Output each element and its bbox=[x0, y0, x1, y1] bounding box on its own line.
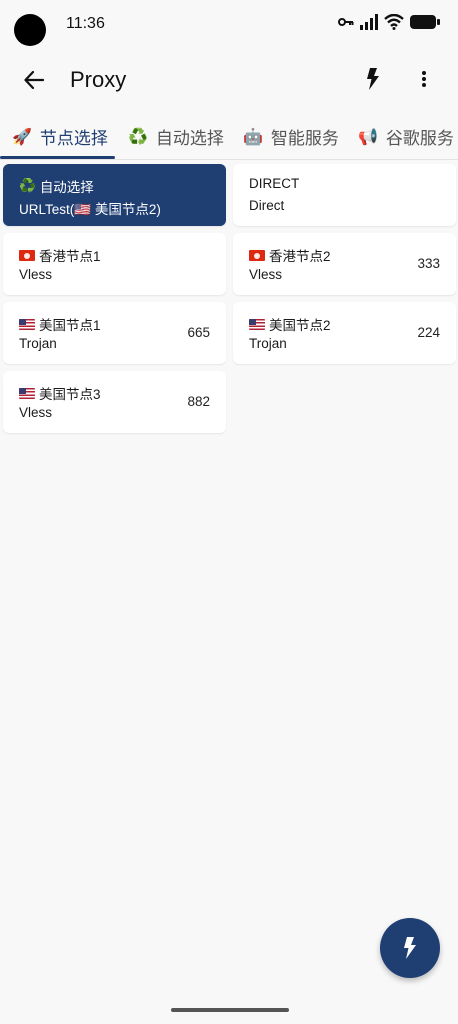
proxy-card-direct[interactable]: DIRECT Direct bbox=[233, 164, 456, 226]
us-flag-icon bbox=[19, 387, 35, 399]
status-bar: 11:36 bbox=[0, 0, 458, 48]
proxy-name: 香港节点1 bbox=[19, 245, 101, 265]
us-flag-icon bbox=[249, 318, 265, 330]
tab-label: 谷歌服务 bbox=[385, 129, 454, 148]
lightning-bolt-icon bbox=[367, 68, 379, 90]
proxy-card-us1[interactable]: 美国节点1 Trojan 665 bbox=[3, 302, 226, 364]
proxy-card-auto-select[interactable]: ♻️ 自动选择 URLTest(🇺🇸 美国节点2) bbox=[3, 164, 226, 226]
hong-kong-flag-icon bbox=[249, 249, 265, 261]
proxy-name: 香港节点2 bbox=[249, 245, 331, 265]
battery-icon bbox=[410, 15, 440, 29]
home-indicator[interactable] bbox=[171, 1008, 289, 1012]
signal-icon bbox=[360, 14, 378, 30]
proxy-type: Vless bbox=[19, 267, 53, 282]
proxy-delay: 333 bbox=[417, 256, 440, 271]
hong-kong-flag-icon bbox=[19, 249, 35, 261]
loudspeaker-icon: 📢 bbox=[358, 128, 378, 146]
proxy-name: 美国节点1 bbox=[19, 314, 101, 334]
proxy-type: Direct bbox=[249, 198, 285, 213]
proxy-type: Trojan bbox=[19, 336, 57, 351]
status-time: 11:36 bbox=[66, 15, 105, 32]
app-bar: Proxy bbox=[0, 52, 458, 108]
group-tabs: 🚀 节点选择 ♻️ 自动选择 🤖 智能服务 📢 谷歌服务 bbox=[0, 112, 458, 160]
us-flag-icon bbox=[19, 318, 35, 330]
proxy-card-us3[interactable]: 美国节点3 Vless 882 bbox=[3, 371, 226, 433]
tab-auto-select[interactable]: ♻️ 自动选择 bbox=[128, 124, 224, 149]
more-vertical-icon bbox=[422, 71, 426, 87]
tabs-divider bbox=[0, 159, 458, 160]
rocket-icon: 🚀 bbox=[12, 128, 32, 146]
status-icons bbox=[338, 14, 440, 30]
robot-icon: 🤖 bbox=[243, 128, 263, 146]
recycle-icon: ♻️ bbox=[19, 178, 36, 193]
wifi-icon bbox=[384, 14, 404, 30]
recycle-icon: ♻️ bbox=[128, 128, 148, 146]
tab-google-service[interactable]: 📢 谷歌服务 bbox=[358, 124, 454, 149]
proxy-name: DIRECT bbox=[249, 176, 300, 191]
tab-label: 自动选择 bbox=[155, 129, 224, 148]
tab-label: 智能服务 bbox=[270, 129, 339, 148]
proxy-type: Trojan bbox=[249, 336, 287, 351]
page-title: Proxy bbox=[70, 67, 127, 92]
proxy-delay: 665 bbox=[187, 325, 210, 340]
proxy-card-us2[interactable]: 美国节点2 Trojan 224 bbox=[233, 302, 456, 364]
vpn-key-icon bbox=[338, 18, 354, 26]
arrow-left-icon bbox=[24, 71, 44, 89]
test-delay-fab[interactable] bbox=[380, 918, 440, 978]
proxy-type: Vless bbox=[19, 405, 53, 420]
proxy-type: Vless bbox=[249, 267, 283, 282]
tab-smart-service[interactable]: 🤖 智能服务 bbox=[243, 124, 339, 149]
proxy-card-hk1[interactable]: 香港节点1 Vless bbox=[3, 233, 226, 295]
proxy-name: 美国节点2 bbox=[249, 314, 331, 334]
proxy-type: URLTest(🇺🇸 美国节点2) bbox=[19, 202, 161, 217]
proxy-name: 美国节点3 bbox=[19, 383, 101, 403]
back-button[interactable] bbox=[18, 64, 50, 96]
tab-label: 节点选择 bbox=[39, 129, 108, 148]
more-options-button[interactable] bbox=[410, 64, 438, 94]
lightning-bolt-icon bbox=[404, 937, 416, 959]
camera-cutout bbox=[14, 14, 46, 46]
test-delay-button[interactable] bbox=[358, 64, 388, 94]
proxy-name: ♻️ 自动选择 bbox=[19, 178, 94, 195]
proxy-delay: 224 bbox=[417, 325, 440, 340]
proxy-delay: 882 bbox=[187, 394, 210, 409]
tab-node-select[interactable]: 🚀 节点选择 bbox=[12, 124, 108, 149]
proxy-card-hk2[interactable]: 香港节点2 Vless 333 bbox=[233, 233, 456, 295]
